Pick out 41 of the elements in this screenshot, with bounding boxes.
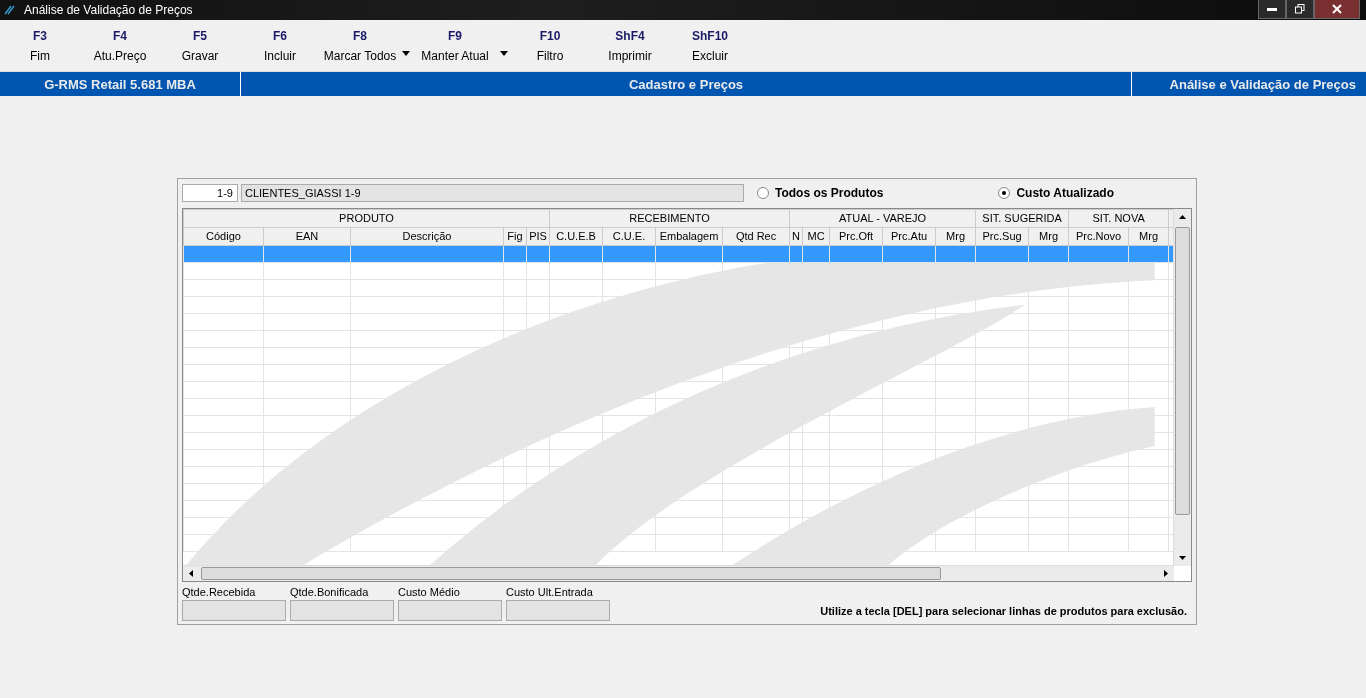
window-title: Análise de Validação de Preços <box>24 3 193 17</box>
group-header: SIT. SUGERIDA <box>975 209 1069 228</box>
toolbar-button[interactable]: F6 Incluir <box>240 28 320 63</box>
toolbar-button[interactable]: ShF4 Imprimir <box>590 28 670 63</box>
caret-icon <box>402 50 410 56</box>
field-label: Custo Ult.Entrada <box>506 586 594 598</box>
group-header: RECEBIMENTO <box>549 209 790 228</box>
minimize-button[interactable] <box>1258 0 1286 19</box>
toolbar-button[interactable]: F5 Gravar <box>160 28 240 63</box>
group-header: PRODUTO <box>183 209 550 228</box>
field-label: Qtde.Bonificada <box>290 586 370 598</box>
close-icon <box>1332 4 1342 14</box>
close-button[interactable] <box>1314 0 1360 19</box>
toolbar-button[interactable]: F10 Filtro <box>510 28 590 63</box>
toolbar-button[interactable]: F9 Manter Atual <box>412 28 510 63</box>
toolbar-button[interactable]: F4 Atu.Preço <box>80 28 160 63</box>
minimize-icon <box>1267 7 1277 11</box>
group-header: SIT. NOVA <box>1068 209 1169 228</box>
toolbar-button[interactable]: F3 Fim <box>0 28 80 63</box>
screen-name: Análise e Validação de Preços <box>1168 75 1357 94</box>
vertical-scrollbar[interactable] <box>1173 208 1191 566</box>
restore-button[interactable] <box>1286 0 1314 19</box>
radio-option[interactable]: Custo Atualizado <box>998 185 1114 200</box>
group-header: ATUAL - VAREJO <box>789 209 976 228</box>
radio-option[interactable]: Todos os Produtos <box>757 185 884 200</box>
scroll-right-icon[interactable] <box>1162 570 1169 577</box>
module-name: Cadastro e Preços <box>241 72 1132 96</box>
restore-icon <box>1295 4 1305 14</box>
horizontal-scrollbar[interactable] <box>183 565 1174 581</box>
field-label: Qtde.Recebida <box>182 586 257 598</box>
scroll-left-icon[interactable] <box>188 570 195 577</box>
toolbar-button[interactable]: ShF10 Excluir <box>670 28 750 63</box>
caret-icon <box>500 50 508 56</box>
hint-text: Utilize a tecla [DEL] para selecionar linhas de produtos para exclusão. <box>820 605 1187 617</box>
name-field: CLIENTES_GIASSI 1-9 <box>241 183 744 202</box>
field-label: Custo Médio <box>398 586 461 598</box>
code-field[interactable]: 1-9 <box>182 183 238 202</box>
system-name: G-RMS Retail 5.681 MBA <box>0 72 241 96</box>
scroll-down-icon[interactable] <box>1179 553 1186 561</box>
toolbar-button[interactable]: F8 Marcar Todos <box>320 28 412 63</box>
scroll-up-icon[interactable] <box>1179 213 1186 221</box>
